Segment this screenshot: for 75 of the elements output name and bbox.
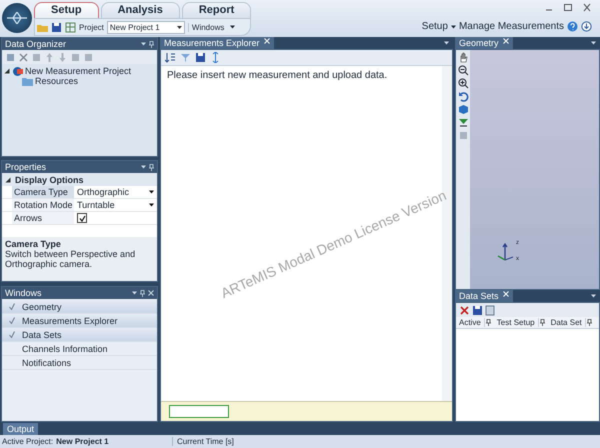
property-name: Rotation Mode xyxy=(12,199,74,211)
move-icon[interactable] xyxy=(210,52,221,63)
pin-icon[interactable] xyxy=(540,319,545,326)
arrow-down-icon[interactable] xyxy=(458,117,468,128)
panel-title: Windows xyxy=(5,288,43,298)
caret-icon[interactable] xyxy=(450,24,456,28)
help-icon[interactable] xyxy=(567,21,578,32)
close-icon[interactable] xyxy=(582,3,592,12)
project-icon[interactable] xyxy=(12,66,23,76)
menu-caret-icon[interactable] xyxy=(591,41,596,45)
zoom-out-icon[interactable] xyxy=(458,65,468,76)
expand-toggle-icon[interactable] xyxy=(4,68,10,74)
panel-title: Data Organizer xyxy=(5,39,68,49)
property-dropdown[interactable]: Turntable xyxy=(74,200,157,210)
window-list-item[interactable]: Notifications xyxy=(22,358,72,368)
empty-message: Please insert new measurement and upload data. xyxy=(167,70,388,81)
hand-icon[interactable] xyxy=(458,52,468,63)
menu-caret-icon[interactable] xyxy=(141,42,146,46)
pin-icon[interactable] xyxy=(586,319,592,326)
layout-icon[interactable] xyxy=(65,22,76,32)
app-logo[interactable] xyxy=(2,3,32,33)
checkbox[interactable] xyxy=(77,213,87,223)
column-header[interactable]: Test Setup xyxy=(494,318,539,327)
pin-icon[interactable] xyxy=(486,319,491,326)
window-list-item[interactable]: Channels Information xyxy=(22,344,108,354)
document-tab[interactable]: Geometry xyxy=(455,37,513,49)
panel-title: Properties xyxy=(5,162,48,172)
menu-caret-icon[interactable] xyxy=(132,291,137,295)
menu-caret-icon[interactable] xyxy=(444,41,449,45)
input-field[interactable] xyxy=(169,405,229,418)
menu-caret-icon[interactable] xyxy=(591,294,596,298)
delete-icon[interactable] xyxy=(459,304,470,316)
delete-icon[interactable] xyxy=(18,52,29,62)
project-label: Project xyxy=(79,22,104,32)
tree-item[interactable]: Resources xyxy=(35,76,78,86)
column-header[interactable]: Data Set xyxy=(548,318,586,327)
windows-menu[interactable]: Windows xyxy=(188,22,228,32)
download-icon[interactable] xyxy=(581,21,592,32)
cube-icon[interactable] xyxy=(458,104,468,115)
description-title: Camera Type xyxy=(5,239,62,249)
project-dropdown[interactable]: New Project 1 xyxy=(106,20,185,34)
property-dropdown[interactable]: Orthographic xyxy=(74,187,157,197)
document-tab[interactable]: Measurements Explorer xyxy=(160,37,274,49)
save-icon[interactable] xyxy=(51,22,62,32)
save-icon[interactable] xyxy=(472,304,483,316)
caret-icon xyxy=(176,26,182,28)
undo-icon[interactable] xyxy=(458,91,468,102)
expand-toggle-icon[interactable] xyxy=(5,176,11,182)
caret-icon[interactable] xyxy=(230,25,236,29)
property-name: Arrows xyxy=(12,212,74,224)
menu-caret-icon[interactable] xyxy=(141,165,146,169)
window-list-item[interactable]: Data Sets xyxy=(22,330,62,340)
tree-item[interactable]: New Measurement Project xyxy=(25,66,132,76)
maximize-icon[interactable] xyxy=(563,3,573,12)
caret-icon xyxy=(149,190,154,194)
ribbon-tab[interactable]: Setup xyxy=(34,2,99,18)
save-icon[interactable] xyxy=(195,52,206,63)
output-tab[interactable]: Output xyxy=(3,423,38,435)
setup-menu[interactable]: Setup xyxy=(422,21,448,32)
document-tab[interactable]: Data Sets xyxy=(455,290,513,302)
description-text: Switch between Perspective and Orthographic camera. xyxy=(5,249,136,269)
status-label: Current Time [s] xyxy=(176,437,234,446)
property-name: Camera Type xyxy=(12,186,74,198)
window-list-item[interactable]: Geometry xyxy=(22,302,62,312)
zoom-in-icon[interactable] xyxy=(458,78,468,89)
ribbon-tab[interactable]: Analysis xyxy=(100,2,180,18)
status-label: Active Project: xyxy=(2,437,54,446)
sort-icon[interactable] xyxy=(165,52,176,63)
category-label: Display Options xyxy=(14,174,84,184)
manage-measurements-link[interactable]: Manage Measurements xyxy=(458,21,564,32)
axis-triad-drawing xyxy=(495,242,515,262)
status-value: New Project 1 xyxy=(56,437,109,446)
column-header[interactable]: Active xyxy=(456,318,485,327)
ribbon-tab[interactable]: Report xyxy=(182,2,252,18)
caret-icon xyxy=(149,203,154,207)
